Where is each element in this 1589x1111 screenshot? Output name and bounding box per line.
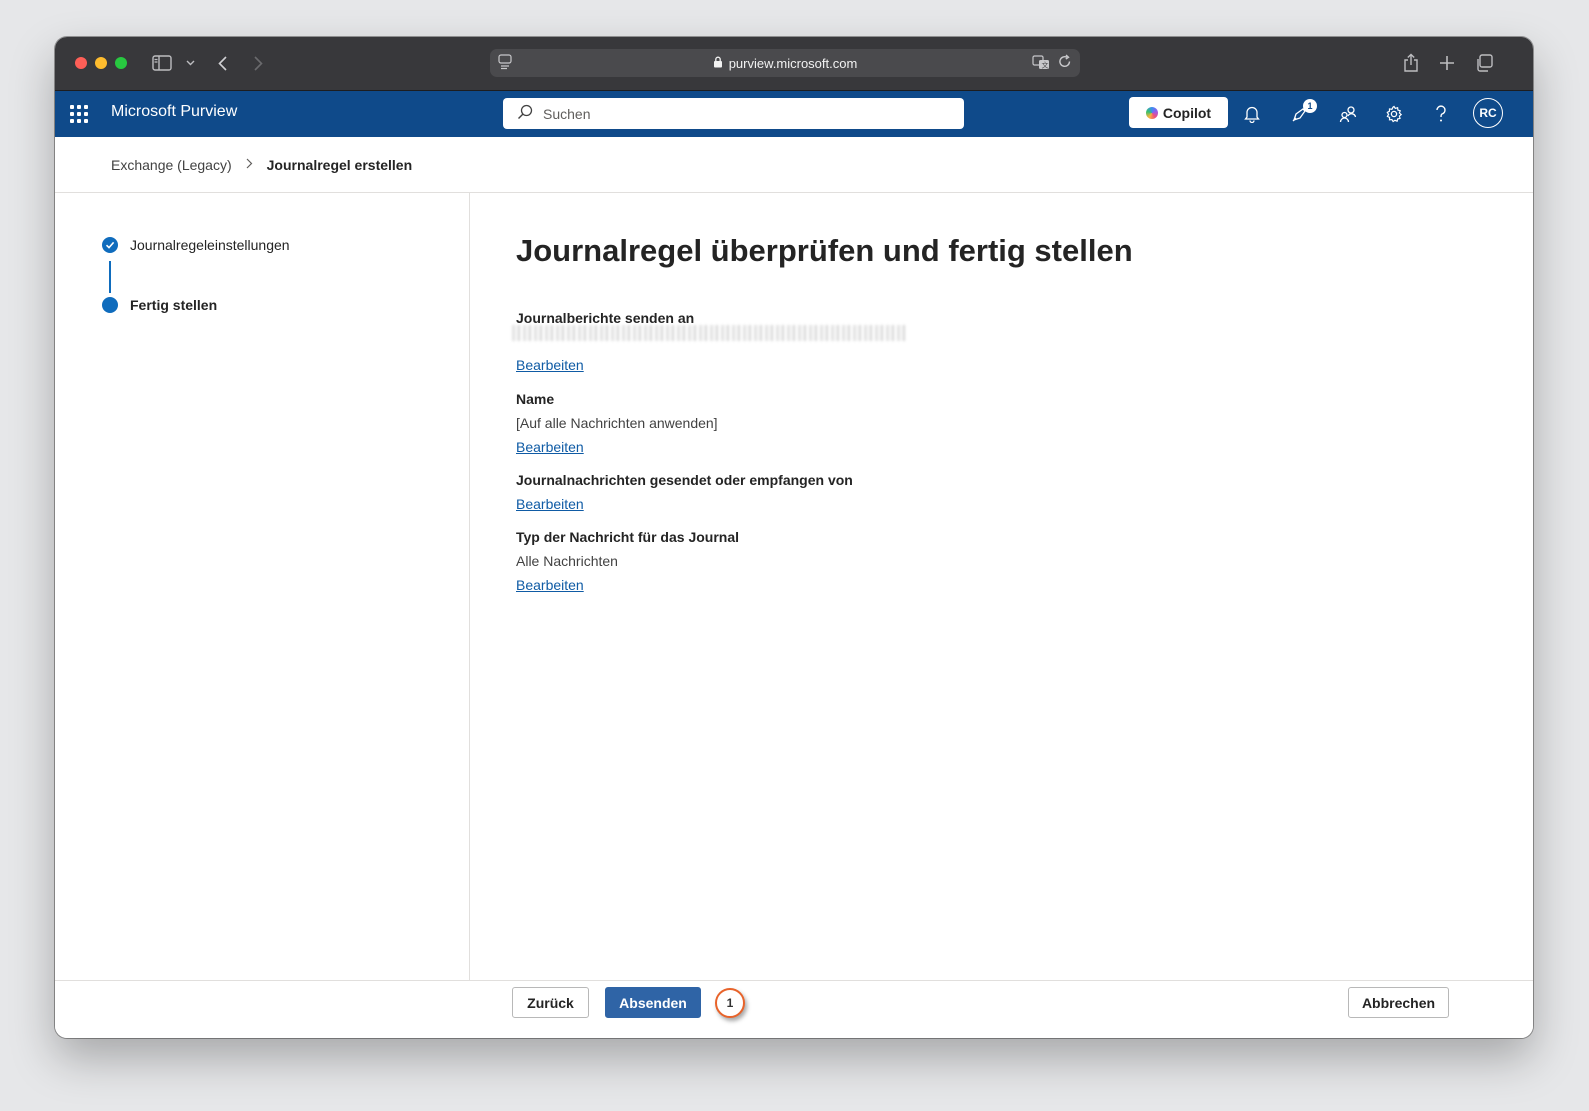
copilot-logo-icon: [1145, 106, 1158, 119]
sidebar-toggle-icon[interactable]: [151, 51, 173, 75]
forward-arrow-icon[interactable]: [251, 51, 265, 75]
page-menu-icon[interactable]: [498, 54, 512, 73]
section-value-message-type: Alle Nachrichten: [516, 553, 618, 569]
browser-window: purview.microsoft.com 文 Microsoft Purvie…: [55, 37, 1533, 1038]
section-label-send-reports-to: Journalberichte senden an: [516, 310, 695, 326]
search-input[interactable]: Suchen: [503, 98, 964, 129]
wizard-footer: Zurück Absenden 1 Abbrechen: [55, 980, 1533, 1038]
chevron-down-icon[interactable]: [184, 51, 196, 75]
avatar[interactable]: RC: [1473, 98, 1503, 128]
edit-sent-or-received-link[interactable]: Bearbeiten: [516, 496, 584, 512]
step-current-indicator: [102, 297, 118, 313]
close-window-button[interactable]: [75, 57, 87, 69]
url-text: purview.microsoft.com: [728, 55, 858, 71]
people-icon[interactable]: [1336, 102, 1360, 126]
copilot-button[interactable]: Copilot: [1129, 97, 1228, 128]
address-bar[interactable]: purview.microsoft.com 文: [490, 49, 1080, 77]
app-header: Microsoft Purview Suchen Copilot 1 RC: [55, 91, 1533, 137]
breadcrumb-current: Journalregel erstellen: [266, 156, 413, 173]
step-marker-badge: 1: [715, 988, 745, 1018]
notification-badge: 1: [1303, 99, 1317, 113]
copilot-label: Copilot: [1162, 104, 1212, 121]
zoom-window-button[interactable]: [115, 57, 127, 69]
edit-send-reports-link[interactable]: Bearbeiten: [516, 357, 584, 373]
redacted-email-value: [512, 325, 906, 341]
search-icon: [517, 104, 543, 123]
gear-icon[interactable]: [1382, 102, 1406, 126]
back-arrow-icon[interactable]: [215, 51, 229, 75]
submit-button[interactable]: Absenden: [605, 987, 701, 1018]
page-title: Journalregel überprüfen und fertig stell…: [516, 233, 1133, 268]
search-placeholder: Suchen: [543, 105, 591, 122]
cancel-button[interactable]: Abbrechen: [1348, 987, 1449, 1018]
new-tab-icon[interactable]: [1437, 51, 1457, 75]
bell-icon[interactable]: [1240, 102, 1264, 126]
step-completed-check-icon: [102, 237, 118, 253]
app-launcher-icon[interactable]: [70, 105, 88, 123]
back-button[interactable]: Zurück: [512, 987, 589, 1018]
step-connector: [109, 261, 111, 293]
section-label-message-type: Typ der Nachricht für das Journal: [516, 529, 740, 545]
section-value-name: [Auf alle Nachrichten anwenden]: [516, 415, 718, 431]
section-label-name: Name: [516, 391, 555, 407]
svg-text:文: 文: [1042, 61, 1049, 70]
breadcrumb: Exchange (Legacy) Journalregel erstellen: [55, 137, 1533, 193]
breadcrumb-parent-link[interactable]: Exchange (Legacy): [111, 157, 232, 173]
chevron-right-icon: [246, 158, 253, 172]
edit-message-type-link[interactable]: Bearbeiten: [516, 577, 584, 593]
app-title[interactable]: Microsoft Purview: [111, 103, 237, 121]
step-journal-rule-settings[interactable]: Journalregeleinstellungen: [130, 237, 290, 253]
edit-name-link[interactable]: Bearbeiten: [516, 439, 584, 455]
section-label-sent-or-received: Journalnachrichten gesendet oder empfang…: [516, 472, 853, 488]
wizard-steps: Journalregeleinstellungen Fertig stellen: [55, 193, 470, 980]
help-icon[interactable]: [1429, 102, 1453, 126]
lock-icon: [713, 56, 723, 71]
minimize-window-button[interactable]: [95, 57, 107, 69]
translate-icon[interactable]: 文: [1032, 54, 1050, 73]
whats-new-icon[interactable]: 1: [1288, 99, 1317, 126]
reload-icon[interactable]: [1058, 54, 1072, 73]
step-finish[interactable]: Fertig stellen: [130, 297, 217, 313]
share-icon[interactable]: [1401, 51, 1421, 75]
tab-overview-icon[interactable]: [1473, 51, 1495, 75]
browser-toolbar: purview.microsoft.com 文: [55, 37, 1533, 91]
